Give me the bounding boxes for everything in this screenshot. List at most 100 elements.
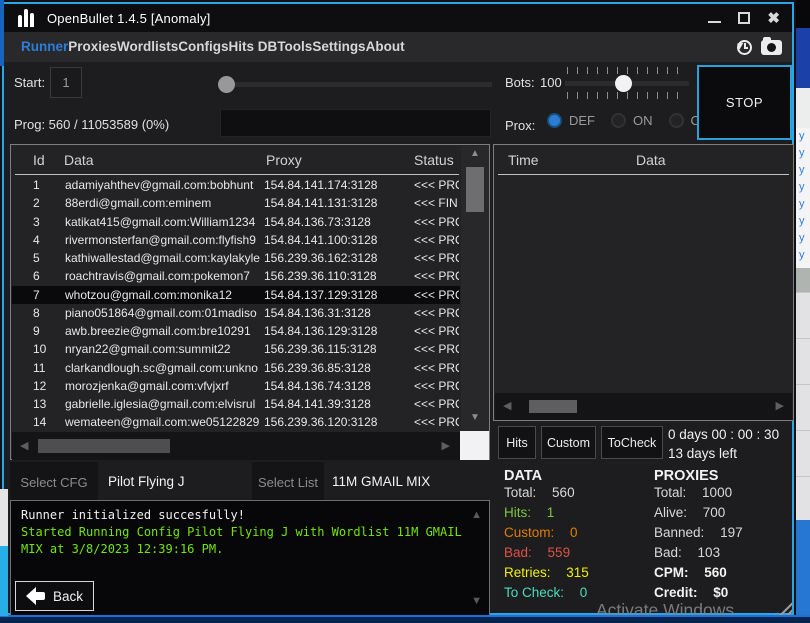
column-header-time: Time [508,152,539,168]
start-label: Start: [14,75,45,90]
stats-section: DATA Total: 560 Hits: 1 Custom: [493,463,794,617]
data-stats-rows: Total: 560 Hits: 1 Custom: 0 Bad: [504,485,589,605]
horizontal-scrollbar[interactable]: ◀ ▶ [12,432,460,460]
runner-controls: Start: Prog: 560 / 11053589 (0%) Bots: 1… [4,62,792,144]
table-row[interactable]: 10 nryan22@gmail.com:summit22 156.239.36… [12,340,460,358]
table-row[interactable]: 4 rivermonsterfan@gmail.com:flyfish9 154… [12,231,460,249]
progress-label: Prog: 560 / 11053589 (0%) [14,117,169,132]
proxies-stats-title: PROXIES [654,463,743,485]
table-row[interactable]: 3 katikat415@gmail.com:William1234 154.8… [12,213,460,231]
prox-label: Prox: [505,118,535,133]
progress-bar [220,109,491,137]
stat-row: Alive: 700 [654,505,743,525]
start-slider[interactable] [220,82,492,87]
vertical-scrollbar[interactable]: ▲ ▼ [461,146,489,431]
table-row[interactable]: 5 kathiwallestad@gmail.com:kaylakyle 156… [12,249,460,267]
log-panel: Runner initialized succesfully! Started … [10,500,490,616]
column-header-status: Status [414,152,454,168]
capture-table-panel: Time Data ◀ ▶ [493,144,794,421]
stat-row: Bad: 103 [654,545,743,565]
scroll-down-icon[interactable]: ▼ [461,412,489,423]
table-row[interactable]: 7 whotzou@gmail.com:monika12 154.84.137.… [12,286,460,304]
menu-item[interactable]: Settings [312,39,365,54]
table-row[interactable]: 2 88erdi@gmail.com:eminem 154.84.141.131… [12,194,460,212]
background-left-top-edge [0,0,4,66]
menu-item[interactable]: Hits DB [229,39,278,54]
openbullet-window: OpenBullet 1.4.5 [Anomaly] ✖ RunnerProxi… [2,2,794,615]
scroll-down-icon[interactable]: ▼ [471,595,482,607]
stat-row: Retries: 315 [504,565,589,585]
column-header-capture-data: Data [636,152,666,168]
stat-row: Hits: 1 [504,505,589,525]
scroll-right-icon[interactable]: ▶ [776,399,784,412]
stat-row: Banned: 197 [654,525,743,545]
screenshot-camera-icon[interactable] [761,40,782,55]
menu-bar: RunnerProxiesWordlistsConfigsHits DBTool… [4,32,792,62]
openbullet-logo-icon [18,9,34,27]
table-row[interactable]: 11 clarkandlough.sc@gmail.com:unkno 156.… [12,359,460,377]
bots-slider-thumb[interactable] [615,75,632,92]
log-line: Started Running Config Pilot Flying J wi… [21,524,473,558]
tab-hits[interactable]: Hits [498,426,536,459]
select-list-button[interactable]: Select List [252,462,324,502]
close-button[interactable]: ✖ [767,11,780,26]
prox-radio-option[interactable]: DEF [547,113,595,128]
selected-wordlist-value: 11M GMAIL MIX [332,474,430,489]
tab-tocheck[interactable]: ToCheck [601,426,663,459]
tab-custom[interactable]: Custom [541,426,596,459]
stop-button[interactable]: STOP [697,65,792,140]
menu-item[interactable]: Proxies [68,39,117,54]
data-stats-title: DATA [504,463,589,485]
maximize-button[interactable] [738,12,750,24]
menu-item[interactable]: About [366,39,405,54]
menu-item[interactable]: Runner [21,39,68,54]
selected-config-value: Pilot Flying J [108,474,185,489]
minimize-button[interactable] [708,21,721,23]
proxies-stats-rows: Total: 1000 Alive: 700 Banned: 197 [654,485,743,605]
elapsed-timer: 0 days 00 : 00 : 30 [668,427,779,442]
selector-row: Select CFG Pilot Flying J Select List 11… [4,462,491,502]
prox-radio-option[interactable]: ON [611,113,653,128]
menu-item[interactable]: Wordlists [117,39,178,54]
title-bar: OpenBullet 1.4.5 [Anomaly] ✖ [4,4,792,32]
table-row[interactable]: 1 adamiyahthev@gmail.com:bobhunt 154.84.… [12,176,460,194]
stat-row: Bad: 559 [504,545,589,565]
vertical-scroll-thumb[interactable] [466,167,484,212]
prox-radio-group: DEF ON OFF [547,113,717,128]
menu-item[interactable]: Configs [178,39,228,54]
bots-value: 100 [540,75,562,90]
scroll-left-icon[interactable]: ◀ [503,399,511,412]
table-row[interactable]: 12 morozjenka@gmail.com:vfvjxrf 154.84.1… [12,377,460,395]
scroll-up-icon[interactable]: ▲ [461,148,489,159]
back-button[interactable]: Back [15,581,94,611]
scroll-up-icon[interactable]: ▲ [471,509,482,521]
table-row[interactable]: 6 roachtravis@gmail.com:pokemon7 156.239… [12,267,460,285]
history-clock-icon[interactable] [737,40,752,55]
scrollbar-corner [460,431,489,460]
horizontal-scroll-thumb[interactable] [529,400,577,413]
scroll-left-icon[interactable]: ◀ [20,439,28,452]
edge-text-fragments: yyyyyyyy [796,128,810,268]
bots-slider[interactable] [565,67,689,101]
log-line: Runner initialized succesfully! [21,507,473,524]
scroll-right-icon[interactable]: ▶ [442,439,450,452]
start-slider-thumb[interactable] [218,76,235,93]
radio-icon [547,113,562,128]
table-row[interactable]: 9 awb.breezie@gmail.com:bre10291 154.84.… [12,322,460,340]
start-input[interactable] [50,67,82,98]
window-title: OpenBullet 1.4.5 [Anomaly] [47,11,210,26]
capture-horizontal-scrollbar[interactable]: ◀ ▶ [495,393,792,420]
stat-row: Custom: 0 [504,525,589,545]
stat-row: To Check: 0 [504,585,589,605]
horizontal-scroll-thumb[interactable] [38,439,170,453]
table-row[interactable]: 14 wemateen@gmail.com:we05122829 156.239… [12,413,460,431]
stat-row: Total: 1000 [654,485,743,505]
select-cfg-button[interactable]: Select CFG [10,462,98,502]
menu-items: RunnerProxiesWordlistsConfigsHits DBTool… [21,38,405,56]
background-bottom-edge [0,615,810,623]
stat-row: Total: 560 [504,485,589,505]
table-row[interactable]: 8 piano051864@gmail.com:01madiso 154.84.… [12,304,460,322]
menu-item[interactable]: Tools [277,39,312,54]
results-table-header: Id Data Proxy Status [11,150,460,174]
table-row[interactable]: 13 gabrielle.iglesia@gmail.com:elvisrul … [12,395,460,413]
